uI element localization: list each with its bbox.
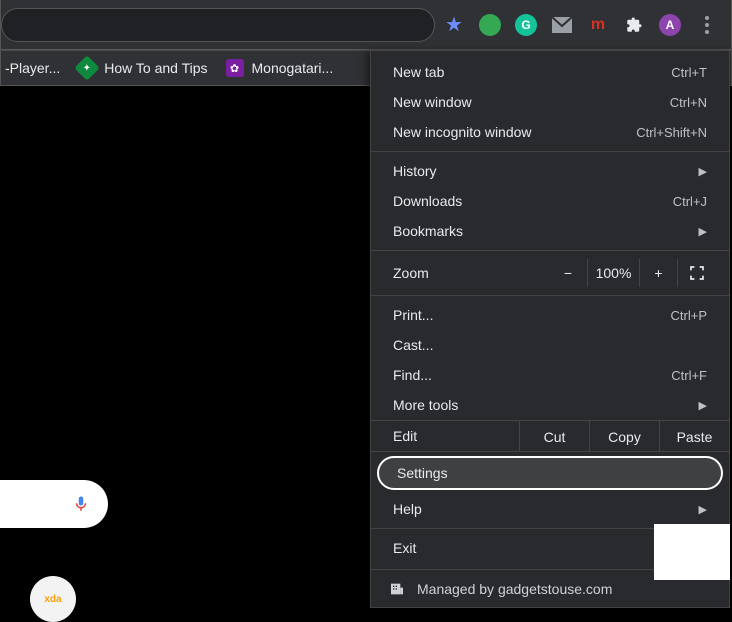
zoom-value: 100% xyxy=(587,259,639,287)
menu-new-window[interactable]: New window Ctrl+N xyxy=(371,87,729,117)
extension-grammarly-icon[interactable]: G xyxy=(515,14,537,36)
chevron-right-icon: ▶ xyxy=(699,503,707,516)
menu-history[interactable]: History ▶ xyxy=(371,156,729,186)
profile-avatar[interactable]: A xyxy=(659,14,681,36)
extension-mail-icon[interactable] xyxy=(551,14,573,36)
menu-help[interactable]: Help ▶ xyxy=(371,494,729,524)
search-pill[interactable] xyxy=(0,480,108,528)
zoom-in-button[interactable]: + xyxy=(639,259,677,287)
shortcut-avatar[interactable]: xda xyxy=(30,576,76,622)
omnibox[interactable] xyxy=(1,8,435,42)
menu-bookmarks[interactable]: Bookmarks ▶ xyxy=(371,216,729,246)
menu-new-incognito[interactable]: New incognito window Ctrl+Shift+N xyxy=(371,117,729,147)
zoom-out-button[interactable]: − xyxy=(549,259,587,287)
menu-find[interactable]: Find... Ctrl+F xyxy=(371,360,729,390)
bookmark-star-icon[interactable]: ★ xyxy=(443,14,465,36)
menu-downloads[interactable]: Downloads Ctrl+J xyxy=(371,186,729,216)
menu-edit-row: Edit Cut Copy Paste xyxy=(371,420,729,452)
bookmark-label: -Player... xyxy=(5,60,60,76)
menu-separator xyxy=(371,151,729,152)
menu-separator xyxy=(371,250,729,251)
menu-print[interactable]: Print... Ctrl+P xyxy=(371,300,729,330)
overlay-block xyxy=(654,524,730,580)
browser-toolbar: ★ G m A xyxy=(0,0,732,50)
chevron-right-icon: ▶ xyxy=(699,165,707,178)
bookmark-item-monogatari[interactable]: ✿ Monogatari... xyxy=(226,59,334,77)
menu-button[interactable] xyxy=(695,13,719,37)
menu-separator xyxy=(371,295,729,296)
shortcut-label: xda xyxy=(44,594,61,605)
bookmark-label: Monogatari... xyxy=(252,60,334,76)
bookmark-favicon-icon: ✦ xyxy=(75,55,100,80)
extensions-puzzle-icon[interactable] xyxy=(623,14,645,36)
bookmark-item-player[interactable]: -Player... xyxy=(5,60,60,76)
chevron-right-icon: ▶ xyxy=(699,225,707,238)
menu-new-tab[interactable]: New tab Ctrl+T xyxy=(371,57,729,87)
menu-cast[interactable]: Cast... xyxy=(371,330,729,360)
menu-zoom: Zoom − 100% + xyxy=(371,255,729,291)
chevron-right-icon: ▶ xyxy=(699,399,707,412)
edit-paste-button[interactable]: Paste xyxy=(659,421,729,451)
bookmark-item-howto[interactable]: ✦ How To and Tips xyxy=(78,59,207,77)
extension-green-dot-icon[interactable] xyxy=(479,14,501,36)
menu-settings[interactable]: Settings xyxy=(377,456,723,490)
edit-copy-button[interactable]: Copy xyxy=(589,421,659,451)
extension-m-icon[interactable]: m xyxy=(587,14,609,36)
building-icon xyxy=(389,581,405,597)
toolbar-icons: ★ G m A xyxy=(435,13,731,37)
menu-more-tools[interactable]: More tools ▶ xyxy=(371,390,729,420)
bookmark-label: How To and Tips xyxy=(104,60,207,76)
bookmark-favicon-icon: ✿ xyxy=(226,59,244,77)
fullscreen-button[interactable] xyxy=(677,259,715,287)
microphone-icon[interactable] xyxy=(72,492,90,516)
edit-cut-button[interactable]: Cut xyxy=(519,421,589,451)
